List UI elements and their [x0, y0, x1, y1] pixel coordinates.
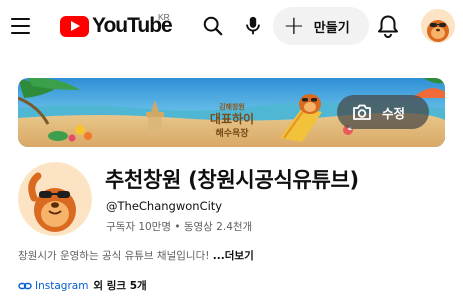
more-links-button[interactable]: 외 링크 5개	[93, 278, 146, 293]
channel-links: Instagram 외 링크 5개	[18, 278, 147, 293]
edit-banner-button[interactable]: 수정	[337, 95, 429, 129]
description-text: 창원시가 운영하는 공식 유튜브 채널입니다!	[18, 250, 213, 262]
youtube-logo[interactable]: YouTube	[60, 12, 173, 40]
channel-stats: 구독자 10만명 • 동영상 2.4천개	[106, 221, 253, 233]
notifications-bell-icon[interactable]	[372, 10, 404, 42]
edit-label: 수정	[382, 105, 406, 121]
microphone-icon[interactable]	[237, 10, 269, 42]
channel-description[interactable]: 창원시가 운영하는 공식 유튜브 채널입니다! ...더보기	[18, 248, 254, 263]
create-label: 만들기	[313, 20, 350, 36]
channel-title: 추천창원 (창원시공식유튜브)	[105, 168, 359, 192]
channel-handle: @TheChangwonCity	[106, 199, 223, 213]
instagram-link[interactable]: Instagram	[35, 280, 88, 292]
account-avatar[interactable]	[421, 9, 455, 43]
banner-sand-text-2: 대표하이	[210, 111, 254, 126]
create-button[interactable]: + 만들기	[273, 7, 369, 45]
banner-sand-text-3: 해수욕장	[215, 127, 249, 139]
menu-icon[interactable]	[8, 12, 36, 40]
search-icon[interactable]	[197, 10, 229, 42]
channel-avatar[interactable]	[18, 162, 92, 236]
banner-sand-text-1: 김해창원	[219, 102, 245, 111]
top-bar: YouTube KR + 만들기	[0, 0, 463, 52]
youtube-play-icon	[60, 15, 89, 37]
plus-icon: +	[283, 11, 305, 41]
more-link[interactable]: ...더보기	[213, 250, 254, 262]
link-icon	[18, 282, 32, 289]
camera-icon	[353, 104, 371, 120]
region-code: KR	[158, 12, 170, 22]
